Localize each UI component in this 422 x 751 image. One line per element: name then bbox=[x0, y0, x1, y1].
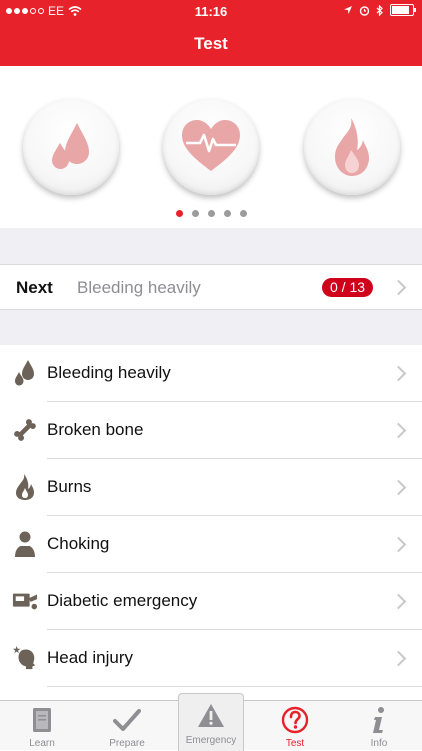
list-item-label: Diabetic emergency bbox=[47, 591, 198, 610]
carousel-item-heart[interactable] bbox=[163, 99, 259, 195]
chevron-right-icon bbox=[390, 536, 407, 553]
head-injury-icon bbox=[12, 644, 38, 672]
page-dot[interactable] bbox=[223, 210, 231, 217]
chevron-right-icon bbox=[390, 279, 407, 296]
list-item-label: Choking bbox=[47, 534, 110, 553]
tab-info[interactable]: Info bbox=[344, 701, 414, 751]
tab-emergency[interactable]: Emergency bbox=[178, 693, 244, 751]
page-dot[interactable] bbox=[239, 210, 247, 217]
bone-icon bbox=[12, 416, 38, 444]
list-item[interactable]: Bleeding heavily bbox=[0, 345, 422, 402]
page-title: Test bbox=[194, 34, 228, 53]
blood-drops-icon bbox=[52, 123, 89, 169]
next-label: Next bbox=[16, 278, 53, 297]
progress-badge: 0 / 13 bbox=[322, 278, 374, 297]
next-topic: Bleeding heavily bbox=[77, 278, 201, 297]
topic-list: Bleeding heavily Broken bone Burns Choki… bbox=[0, 345, 422, 687]
tab-test[interactable]: Test bbox=[260, 701, 330, 751]
chevron-right-icon bbox=[390, 593, 407, 610]
location-arrow-icon bbox=[344, 6, 352, 14]
checkmark-icon bbox=[113, 706, 141, 734]
chevron-right-icon bbox=[390, 365, 407, 382]
warning-triangle-icon bbox=[197, 702, 225, 730]
next-test-row[interactable]: Next Bleeding heavily 0 / 13 bbox=[0, 264, 422, 310]
list-item[interactable]: Head injury bbox=[0, 630, 422, 687]
list-item[interactable]: Broken bone bbox=[0, 402, 422, 459]
battery-icon bbox=[390, 4, 416, 16]
list-item[interactable]: Burns bbox=[0, 459, 422, 516]
choking-person-icon bbox=[12, 530, 38, 558]
fire-icon bbox=[12, 473, 38, 501]
tab-label: Info bbox=[370, 738, 388, 749]
bluetooth-icon bbox=[376, 4, 383, 16]
heart-pulse-icon bbox=[182, 120, 240, 171]
status-indicators bbox=[343, 4, 416, 16]
section-spacer bbox=[0, 310, 422, 345]
top-bar: EE 11:16 Test bbox=[0, 0, 422, 66]
chevron-right-icon bbox=[390, 650, 407, 667]
tab-label: Emergency bbox=[185, 735, 237, 746]
topic-carousel[interactable] bbox=[0, 66, 422, 228]
section-spacer bbox=[0, 228, 422, 264]
tab-label: Prepare bbox=[109, 738, 145, 749]
chevron-right-icon bbox=[390, 422, 407, 439]
carousel-page-indicator[interactable] bbox=[0, 210, 422, 217]
list-item-label: Head injury bbox=[47, 648, 133, 667]
book-icon bbox=[28, 706, 56, 734]
list-item-label: Bleeding heavily bbox=[47, 363, 171, 382]
chevron-right-icon bbox=[390, 479, 407, 496]
list-item[interactable]: Choking bbox=[0, 516, 422, 573]
tab-label: Learn bbox=[29, 738, 55, 749]
diabetes-kit-icon bbox=[12, 587, 38, 615]
page-dot[interactable] bbox=[175, 210, 183, 217]
flame-icon bbox=[335, 118, 369, 176]
carousel-item-bleeding[interactable] bbox=[23, 99, 119, 195]
tab-bar: Learn Prepare Emergency Test Info bbox=[0, 693, 422, 751]
info-icon bbox=[365, 706, 393, 734]
alarm-clock-icon bbox=[359, 5, 370, 16]
list-item-label: Burns bbox=[47, 477, 92, 496]
blood-drop-icon bbox=[12, 359, 38, 387]
question-circle-icon bbox=[281, 706, 309, 734]
tab-prepare[interactable]: Prepare bbox=[92, 701, 162, 751]
list-item[interactable]: Diabetic emergency bbox=[0, 573, 422, 630]
tab-label: Test bbox=[285, 738, 305, 749]
page-dot[interactable] bbox=[191, 210, 199, 217]
list-item-label: Broken bone bbox=[47, 420, 144, 439]
page-dot[interactable] bbox=[207, 210, 215, 217]
tab-learn[interactable]: Learn bbox=[7, 701, 77, 751]
carousel-item-burns[interactable] bbox=[304, 99, 400, 195]
status-bar: EE 11:16 bbox=[0, 0, 422, 22]
